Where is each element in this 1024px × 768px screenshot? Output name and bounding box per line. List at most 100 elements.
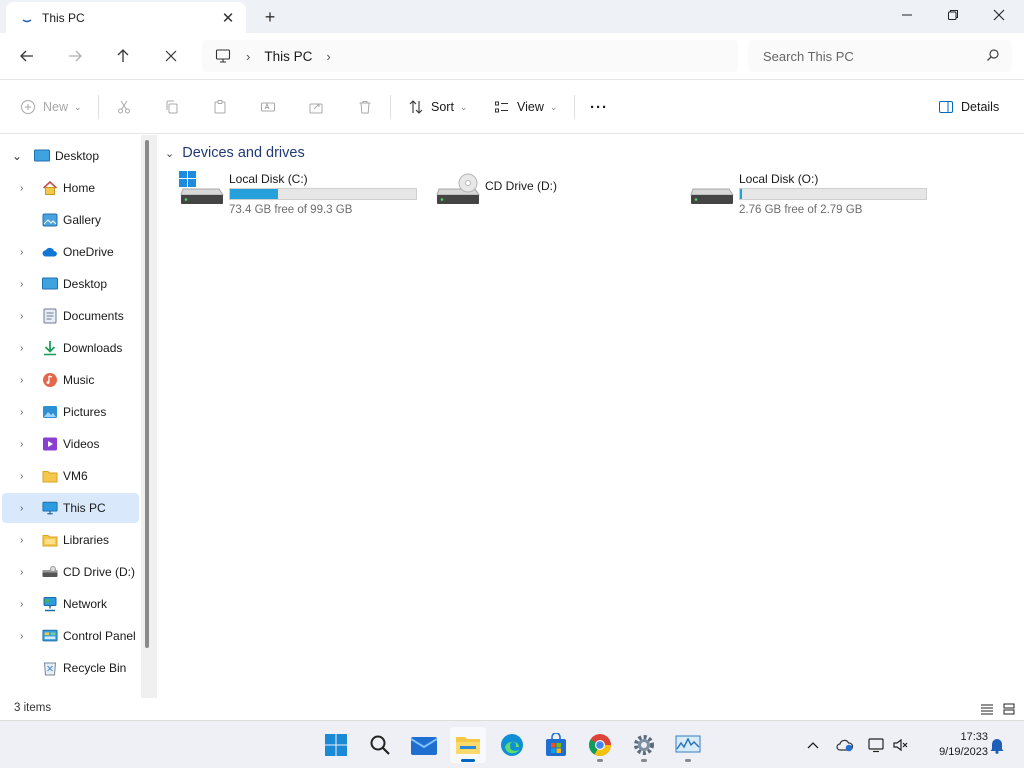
sidebar-item-documents[interactable]: › Documents xyxy=(2,301,139,331)
taskbar-settings-button[interactable] xyxy=(626,727,662,763)
sidebar-scrollbar-track[interactable] xyxy=(141,135,157,698)
taskbar-file-explorer-button[interactable] xyxy=(450,727,486,763)
up-button[interactable] xyxy=(108,43,138,69)
new-tab-button[interactable]: + xyxy=(258,5,282,29)
tray-network-button[interactable] xyxy=(866,734,888,756)
sidebar-item-desktop-root[interactable]: ⌄ Desktop xyxy=(2,141,139,171)
copy-button[interactable] xyxy=(164,94,180,120)
close-tab-button[interactable]: ✕ xyxy=(218,8,238,28)
taskbar: 17:33 9/19/2023 xyxy=(0,720,1024,768)
drive-usage-fill xyxy=(230,189,279,199)
share-button[interactable] xyxy=(308,94,324,120)
sidebar-item-label: This PC xyxy=(63,501,106,515)
taskbar-chrome-button[interactable] xyxy=(582,727,618,763)
network-status-icon xyxy=(868,738,884,753)
search-box[interactable] xyxy=(748,40,1012,72)
delete-button[interactable] xyxy=(357,94,373,120)
taskbar-search-button[interactable] xyxy=(362,727,398,763)
chevron-right-icon[interactable]: › xyxy=(20,503,30,514)
breadcrumb-chevron-icon[interactable]: › xyxy=(246,49,250,64)
tray-update-button[interactable] xyxy=(834,734,856,756)
start-button[interactable] xyxy=(318,727,354,763)
control-panel-icon xyxy=(42,628,58,644)
sidebar-item-vm6[interactable]: › VM6 xyxy=(2,461,139,491)
drive-item-o[interactable]: Local Disk (O:) 2.76 GB free of 2.79 GB xyxy=(689,169,929,219)
chevron-right-icon[interactable]: › xyxy=(20,631,30,642)
notifications-button[interactable] xyxy=(986,734,1008,756)
sort-button[interactable]: Sort ⌄ xyxy=(408,94,467,120)
sidebar-item-control-panel[interactable]: › Control Panel xyxy=(2,621,139,651)
chevron-right-icon[interactable]: › xyxy=(20,535,30,546)
cut-button[interactable] xyxy=(116,94,132,120)
back-button[interactable] xyxy=(12,43,42,69)
sidebar-item-music[interactable]: › Music xyxy=(2,365,139,395)
sidebar-item-label: VM6 xyxy=(63,469,88,483)
chevron-right-icon[interactable]: › xyxy=(20,567,30,578)
copy-icon xyxy=(166,100,178,114)
search-input[interactable] xyxy=(763,48,973,64)
chevron-right-icon[interactable]: › xyxy=(20,471,30,482)
drive-item-c[interactable]: Local Disk (C:) 73.4 GB free of 99.3 GB xyxy=(179,169,419,219)
paste-button[interactable] xyxy=(212,94,228,120)
chevron-right-icon[interactable]: › xyxy=(20,311,30,322)
sidebar-item-onedrive[interactable]: › OneDrive xyxy=(2,237,139,267)
taskbar-clock[interactable]: 17:33 9/19/2023 xyxy=(918,730,988,760)
tiles-view-button[interactable] xyxy=(1000,700,1018,718)
chevron-down-icon[interactable]: ⌄ xyxy=(12,149,22,163)
sidebar-item-label: CD Drive (D:) xyxy=(63,565,135,579)
file-explorer-icon xyxy=(456,737,480,754)
sidebar-item-home[interactable]: › Home xyxy=(2,173,139,203)
chevron-right-icon[interactable]: › xyxy=(20,247,30,258)
taskbar-mail-button[interactable] xyxy=(406,727,442,763)
chevron-right-icon[interactable]: › xyxy=(20,407,30,418)
sidebar-item-label: OneDrive xyxy=(63,245,114,259)
details-button[interactable]: Details xyxy=(938,94,999,120)
taskbar-resource-monitor-button[interactable] xyxy=(670,727,706,763)
close-window-button[interactable] xyxy=(976,0,1022,30)
sidebar-item-videos[interactable]: › Videos xyxy=(2,429,139,459)
sidebar-item-desktop[interactable]: › Desktop xyxy=(2,269,139,299)
chevron-right-icon[interactable]: › xyxy=(20,343,30,354)
drive-item-d[interactable]: CD Drive (D:) xyxy=(435,169,675,219)
sidebar-item-this-pc[interactable]: › This PC xyxy=(2,493,139,523)
sidebar-item-libraries[interactable]: › Libraries xyxy=(2,525,139,555)
new-button[interactable]: New ⌄ xyxy=(20,94,82,120)
forward-button[interactable] xyxy=(60,43,90,69)
chevron-down-icon[interactable]: ⌄ xyxy=(165,147,174,160)
tray-volume-button[interactable] xyxy=(890,734,912,756)
breadcrumb-chevron-icon[interactable]: › xyxy=(326,49,330,64)
sidebar-scrollbar-thumb[interactable] xyxy=(145,140,149,648)
chevron-right-icon[interactable]: › xyxy=(20,279,30,290)
sidebar-item-cd-drive[interactable]: › CD Drive (D:) xyxy=(2,557,139,587)
group-header-devices[interactable]: ⌄ Devices and drives xyxy=(165,145,305,161)
sidebar-item-downloads[interactable]: › Downloads xyxy=(2,333,139,363)
maximize-button[interactable] xyxy=(930,0,976,30)
minimize-button[interactable] xyxy=(884,0,930,30)
drive-usage-bar xyxy=(229,188,417,200)
sidebar-item-recycle-bin[interactable]: Recycle Bin xyxy=(2,653,139,683)
address-bar[interactable]: › This PC › xyxy=(202,40,738,72)
chevron-right-icon[interactable]: › xyxy=(20,599,30,610)
rename-button[interactable] xyxy=(260,94,276,120)
sidebar-item-label: Documents xyxy=(63,309,124,323)
sidebar-item-label: Desktop xyxy=(63,277,108,291)
view-button[interactable]: View ⌄ xyxy=(494,94,557,120)
chevron-right-icon[interactable]: › xyxy=(20,439,30,450)
tiles-view-icon xyxy=(1003,703,1015,715)
videos-icon xyxy=(42,436,58,452)
sidebar-item-pictures[interactable]: › Pictures xyxy=(2,397,139,427)
taskbar-store-button[interactable] xyxy=(538,727,574,763)
sidebar-item-gallery[interactable]: Gallery xyxy=(2,205,139,235)
chevron-right-icon[interactable]: › xyxy=(20,183,30,194)
status-bar: 3 items xyxy=(0,698,1024,720)
cd-drive-icon xyxy=(42,564,58,580)
show-hidden-icons-button[interactable] xyxy=(802,734,824,756)
details-view-button[interactable] xyxy=(978,700,996,718)
breadcrumb-this-pc[interactable]: This PC xyxy=(264,49,312,64)
tab-this-pc[interactable]: This PC ✕ xyxy=(6,2,246,33)
more-options-button[interactable]: ··· xyxy=(590,94,608,120)
chevron-right-icon[interactable]: › xyxy=(20,375,30,386)
sidebar-item-network[interactable]: › Network xyxy=(2,589,139,619)
taskbar-edge-button[interactable] xyxy=(494,727,530,763)
stop-button[interactable] xyxy=(156,43,186,69)
